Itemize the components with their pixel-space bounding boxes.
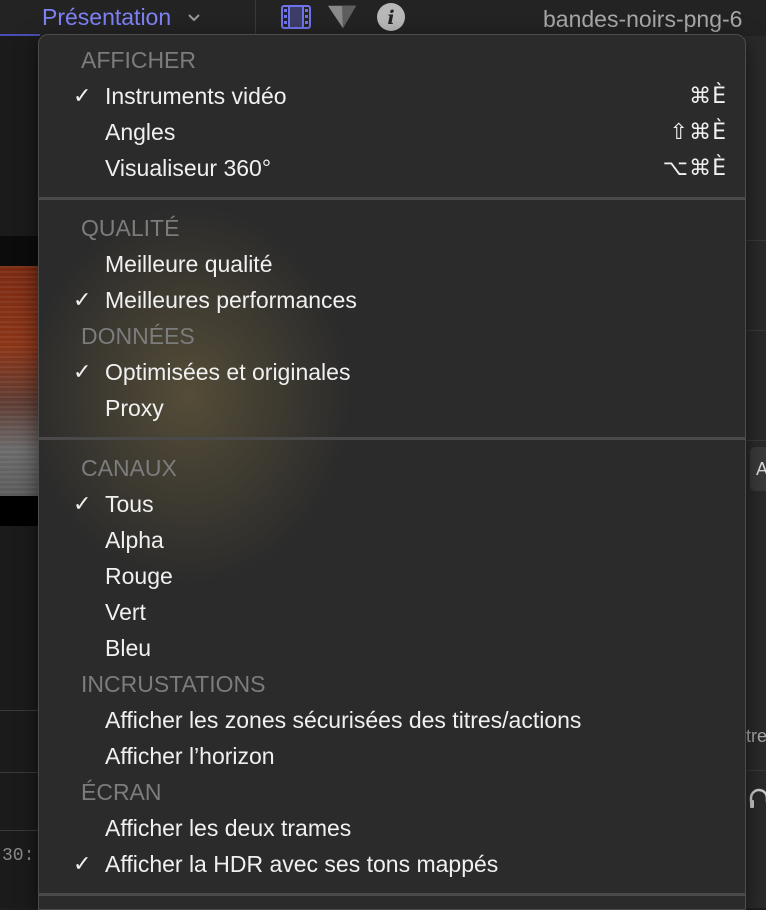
menu-item-optimisees-originales[interactable]: ✓ Optimisées et originales xyxy=(39,355,745,389)
menu-item-label: Tous xyxy=(105,490,154,517)
panel-divider xyxy=(0,830,40,831)
menu-item-label: Afficher l’horizon xyxy=(105,742,275,769)
menu-item-horizon[interactable]: Afficher l’horizon xyxy=(39,739,745,773)
section-title-afficher: AFFICHER xyxy=(81,47,196,73)
menu-item-deux-trames[interactable]: Afficher les deux trames xyxy=(39,811,745,845)
presentation-menu-button[interactable]: Présentation xyxy=(42,3,201,31)
menu-item-label: Afficher les zones sécurisées des titres… xyxy=(105,706,582,733)
section-title-canaux: CANAUX xyxy=(81,455,177,481)
menu-item-label: Bleu xyxy=(105,634,152,661)
right-panel-button[interactable]: A xyxy=(750,447,766,491)
keyboard-shortcut: ⇧⌘È xyxy=(669,119,727,145)
menu-item-label: Vert xyxy=(105,598,146,625)
inspector-filter-icon[interactable] xyxy=(327,4,357,30)
headphones-icon[interactable] xyxy=(747,786,766,810)
menu-separator xyxy=(39,197,745,200)
menu-item-tous[interactable]: ✓ Tous xyxy=(39,487,745,521)
menu-item-label: Meilleures performances xyxy=(105,286,357,313)
panel-divider xyxy=(744,240,766,241)
menu-item-bleu[interactable]: Bleu xyxy=(39,631,745,665)
section-title-incrustations: INCRUSTATIONS xyxy=(81,671,266,697)
panel-divider xyxy=(0,772,40,773)
section-title-qualite: QUALITÉ xyxy=(81,215,180,241)
svg-text:i: i xyxy=(387,7,394,29)
presentation-label: Présentation xyxy=(42,3,172,30)
menu-item-rouge[interactable]: Rouge xyxy=(39,559,745,593)
menu-item-label: Instruments vidéo xyxy=(105,82,287,109)
menu-item-label: Proxy xyxy=(105,394,164,421)
menu-item-label: Visualiseur 360° xyxy=(105,154,272,181)
keyboard-shortcut: ⌥⌘È xyxy=(662,155,727,181)
panel-divider xyxy=(744,330,766,331)
panel-divider xyxy=(744,770,766,771)
info-icon[interactable]: i xyxy=(376,3,406,31)
section-title-donnees: DONNÉES xyxy=(81,323,195,349)
menu-item-label: Alpha xyxy=(105,526,164,553)
menu-item-visualiseur-360[interactable]: Visualiseur 360° ⌥⌘È xyxy=(39,151,745,185)
film-strip-icon[interactable] xyxy=(281,4,311,30)
menu-item-vert[interactable]: Vert xyxy=(39,595,745,629)
menu-item-label: Rouge xyxy=(105,562,173,589)
viewer-toolbar: Présentation i bandes-noirs-png-6 xyxy=(0,0,766,36)
panel-divider xyxy=(744,440,766,441)
toolbar-divider xyxy=(255,0,256,36)
chevron-down-icon xyxy=(187,10,201,26)
timecode: 30: xyxy=(2,846,35,866)
menu-item-angles[interactable]: Angles ⇧⌘È xyxy=(39,115,745,149)
clip-filename: bandes-noirs-png-6 xyxy=(543,6,743,32)
menu-item-alpha[interactable]: Alpha xyxy=(39,523,745,557)
section-title-ecran: ÉCRAN xyxy=(81,779,162,805)
presentation-dropdown-menu: AFFICHER ✓ Instruments vidéo ⌘È Angles ⇧… xyxy=(38,34,746,910)
right-panel-text: tre xyxy=(746,726,766,746)
menu-item-label: Afficher les deux trames xyxy=(105,814,352,841)
clip-thumbnail xyxy=(0,236,40,526)
checkmark-icon: ✓ xyxy=(73,491,92,516)
menu-item-label: Afficher la HDR avec ses tons mappés xyxy=(105,850,499,877)
menu-item-proxy[interactable]: Proxy xyxy=(39,391,745,425)
letterbox-bar xyxy=(0,496,40,526)
checkmark-icon: ✓ xyxy=(73,287,92,312)
thumbnail-image xyxy=(0,266,40,496)
checkmark-icon: ✓ xyxy=(73,359,92,384)
menu-item-label: Meilleure qualité xyxy=(105,250,273,277)
menu-item-label: Optimisées et originales xyxy=(105,358,351,385)
menu-separator xyxy=(39,893,745,896)
menu-item-meilleures-performances[interactable]: ✓ Meilleures performances xyxy=(39,283,745,317)
menu-item-label: Angles xyxy=(105,118,176,145)
menu-item-zones-securisees[interactable]: Afficher les zones sécurisées des titres… xyxy=(39,703,745,737)
keyboard-shortcut: ⌘È xyxy=(689,83,727,109)
menu-item-hdr-tons-mappes[interactable]: ✓ Afficher la HDR avec ses tons mappés xyxy=(39,847,745,881)
menu-separator xyxy=(39,437,745,440)
menu-item-meilleure-qualite[interactable]: Meilleure qualité xyxy=(39,247,745,281)
menu-item-instruments-video[interactable]: ✓ Instruments vidéo ⌘È xyxy=(39,79,745,113)
checkmark-icon: ✓ xyxy=(73,83,92,108)
checkmark-icon: ✓ xyxy=(73,851,92,876)
panel-divider xyxy=(0,710,40,711)
